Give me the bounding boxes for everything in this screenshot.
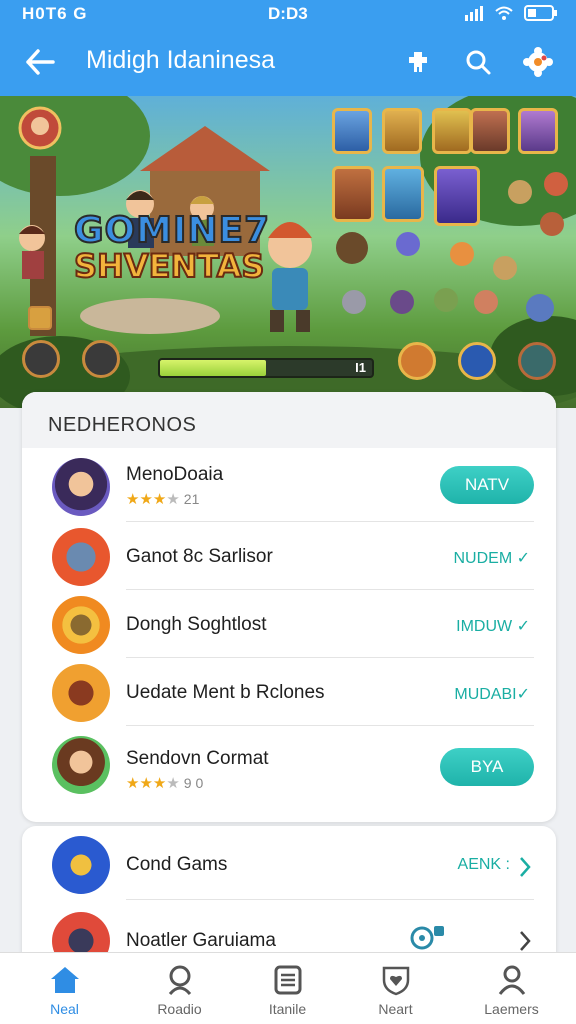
status-icons <box>464 5 558 21</box>
play-skill-icon[interactable] <box>458 342 496 380</box>
character-tile[interactable] <box>332 108 372 154</box>
pause-icon[interactable] <box>28 306 52 330</box>
character-tile[interactable] <box>382 166 424 222</box>
status-bar: H0T6 G D:D3 <box>0 0 576 28</box>
nav-favorites[interactable]: Neart <box>338 963 453 1017</box>
bottom-nav: Neal Roadio Itanile Neart Laemers <box>0 952 576 1024</box>
signal-icon <box>465 6 483 21</box>
nav-documents[interactable]: Itanile <box>230 963 345 1017</box>
rating-value: 9 0 <box>183 775 204 791</box>
item-rating: ★★★★ 21 <box>126 490 199 508</box>
map-skill-icon[interactable] <box>518 342 556 380</box>
item-action-link[interactable]: MUDABI✓ <box>454 684 530 704</box>
nav-label: Laemers <box>484 1001 539 1017</box>
search-button[interactable] <box>460 44 496 80</box>
search-icon <box>466 50 491 75</box>
rating-value: 21 <box>183 491 200 507</box>
shield-badge-icon <box>52 528 110 586</box>
profile-icon <box>498 965 525 995</box>
progress-bar: I1 <box>158 358 374 378</box>
settings-gear-icon <box>523 47 553 77</box>
item-name: Noatler Garuiama <box>126 930 276 951</box>
progress-label: I1 <box>355 360 366 375</box>
item-action-link[interactable]: AENK : <box>458 856 510 874</box>
stars-filled: ★★★ <box>126 775 167 792</box>
status-center-text: D:D3 <box>268 4 308 23</box>
nav-label: Itanile <box>268 1001 307 1017</box>
recommended-card: NEDHERONOS MenoDoaia ★★★★ 21 NATV Ganot 8… <box>22 392 556 822</box>
character-tile[interactable] <box>518 108 558 154</box>
heart-shield-icon <box>382 966 409 996</box>
item-action-button[interactable]: NATV <box>440 466 534 504</box>
item-rating: ★★★★ 9 0 <box>126 774 203 792</box>
nav-label: Neal <box>50 1001 79 1017</box>
status-time: H0T6 G <box>22 4 88 23</box>
character-portrait-icon <box>52 736 110 794</box>
games-card: Cond Gams AENK : Noatler Garuiama <box>22 826 556 966</box>
logo-line1: GOMINE7 <box>73 209 271 252</box>
list-item[interactable]: Uedate Ment b Rclones MUDABI✓ <box>22 658 556 726</box>
settings-button[interactable] <box>520 44 556 80</box>
battery-icon <box>524 5 557 21</box>
chevron-right-icon[interactable] <box>518 930 532 952</box>
wifi-icon <box>495 6 513 20</box>
divider <box>126 899 534 900</box>
puzzle-icon <box>409 52 427 72</box>
home-icon <box>50 967 79 993</box>
potion-skill-icon[interactable] <box>82 340 120 378</box>
item-action-button[interactable]: BYA <box>440 748 534 786</box>
list-item[interactable]: MenoDoaia ★★★★ 21 NATV <box>22 454 556 522</box>
arrow-left-icon <box>26 49 55 75</box>
character-tile[interactable] <box>382 108 422 154</box>
page-title: Midigh Idaninesa <box>86 46 276 74</box>
item-name: Ganot 8c Sarlisor <box>126 546 273 567</box>
document-icon <box>274 965 301 995</box>
search-icon <box>168 965 191 996</box>
progress-fill <box>160 360 266 376</box>
puzzle-button[interactable] <box>400 44 436 80</box>
list-item[interactable]: Cond Gams AENK : <box>22 832 556 900</box>
logo-line2: SHVENTAS <box>73 246 265 286</box>
sword-game-icon <box>52 836 110 894</box>
character-tile[interactable] <box>470 108 510 154</box>
nav-label: Roadio <box>157 1001 202 1017</box>
item-name: Uedate Ment b Rclones <box>126 682 325 703</box>
nav-label: Neart <box>378 1001 413 1017</box>
item-action-link[interactable]: IMDUW ✓ <box>456 616 530 636</box>
character-tile[interactable] <box>434 166 480 226</box>
character-tile[interactable] <box>432 108 472 154</box>
app-bar: Midigh Idaninesa <box>0 28 576 96</box>
fox-emblem-icon <box>52 664 110 722</box>
item-name: Dongh Soghtlost <box>126 614 267 635</box>
nav-profile[interactable]: Laemers <box>454 963 569 1017</box>
nav-search[interactable]: Roadio <box>122 963 237 1017</box>
list-item[interactable]: Sendovn Cormat ★★★★ 9 0 BYA <box>22 726 556 794</box>
item-action-link[interactable]: NUDEM ✓ <box>453 548 530 568</box>
section-header: NEDHERONOS <box>22 392 556 448</box>
character-tile[interactable] <box>332 166 374 222</box>
item-name: Sendovn Cormat <box>126 748 269 769</box>
location-pin-icon <box>410 926 444 950</box>
list-item[interactable]: Ganot 8c Sarlisor NUDEM ✓ <box>22 522 556 590</box>
game-logo: GOMINE7 SHVENTAS <box>73 209 271 286</box>
nav-home[interactable]: Neal <box>7 963 122 1017</box>
chevron-right-icon[interactable] <box>518 856 532 878</box>
sword-skill-icon[interactable] <box>22 340 60 378</box>
item-name: Cond Gams <box>126 854 228 875</box>
stars-empty: ★ <box>166 775 180 792</box>
item-name: MenoDoaia <box>126 464 224 485</box>
list-item[interactable]: Dongh Soghtlost IMDUW ✓ <box>22 590 556 658</box>
fox-skill-icon[interactable] <box>398 342 436 380</box>
coin-token-icon <box>52 596 110 654</box>
hero-avatar-icon <box>52 458 110 516</box>
stars-empty: ★ <box>166 491 180 508</box>
stars-filled: ★★★ <box>126 491 167 508</box>
game-banner[interactable]: GOMINE7 SHVENTAS I1 <box>0 96 576 408</box>
back-button[interactable] <box>22 44 58 80</box>
